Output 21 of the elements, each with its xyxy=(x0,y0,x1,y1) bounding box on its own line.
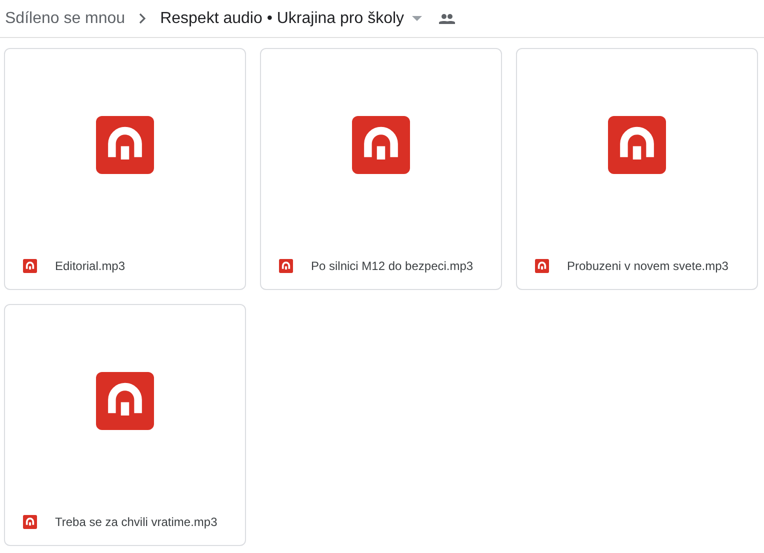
headphones-icon xyxy=(279,259,293,273)
people-icon[interactable] xyxy=(439,14,456,24)
file-card[interactable]: Probuzeni v novem svete.mp3 xyxy=(516,48,758,290)
chevron-icon xyxy=(139,13,146,24)
file-name: Po silnici M12 do bezpeci.mp3 xyxy=(311,258,474,275)
headphones-icon xyxy=(608,116,666,174)
folder-title[interactable]: Respekt audio • Ukrajina pro školy xyxy=(160,6,404,30)
file-name: Probuzeni v novem svete.mp3 xyxy=(567,258,728,275)
headphones-icon xyxy=(535,259,549,273)
file-name: Treba se za chvili vratime.mp3 xyxy=(55,514,218,531)
headphones-icon xyxy=(23,259,37,273)
headphones-icon xyxy=(23,515,37,529)
dropdown-icon[interactable] xyxy=(412,16,422,21)
headphones-icon xyxy=(96,372,154,430)
breadcrumb-link[interactable]: Sdíleno se mnou xyxy=(5,6,126,30)
headphones-icon xyxy=(96,116,154,174)
file-name: Editorial.mp3 xyxy=(55,258,126,275)
file-card[interactable]: Po silnici M12 do bezpeci.mp3 xyxy=(260,48,502,290)
file-card[interactable]: Editorial.mp3 xyxy=(4,48,246,290)
headphones-icon xyxy=(352,116,410,174)
file-card[interactable]: Treba se za chvili vratime.mp3 xyxy=(4,304,246,546)
